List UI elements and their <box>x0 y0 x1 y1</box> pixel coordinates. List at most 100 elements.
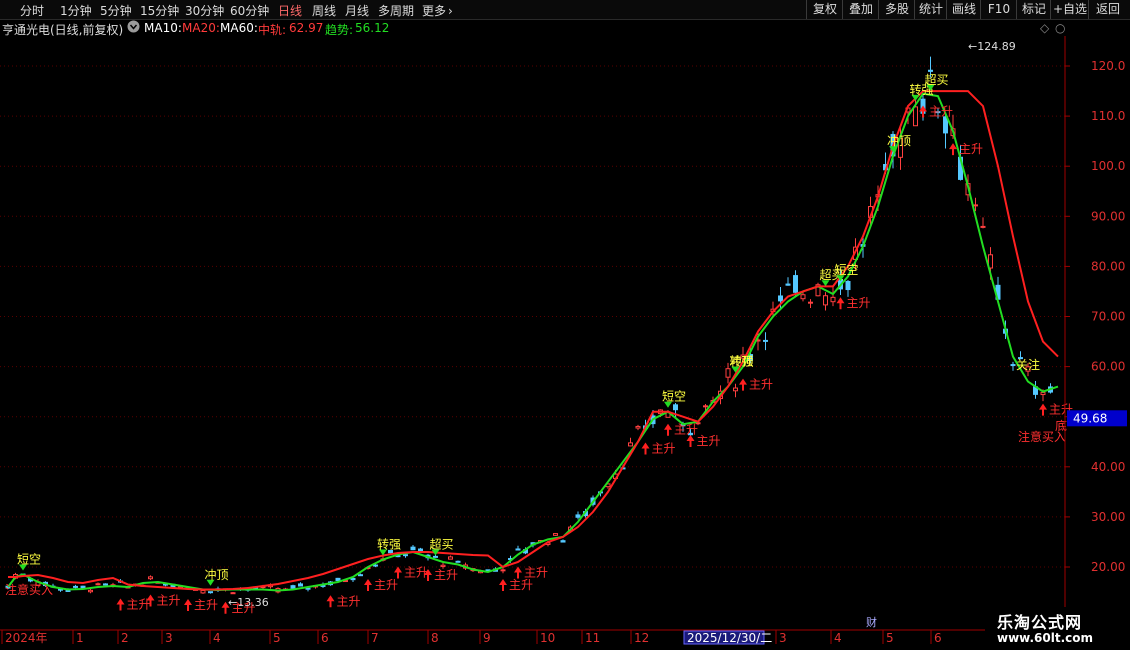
up-arrow-icon <box>184 599 192 612</box>
low-price-marker: ←13.36 <box>228 596 269 609</box>
up-arrow-icon <box>514 566 522 579</box>
candle-body <box>335 577 341 582</box>
signal-label: 主升 <box>959 142 983 156</box>
candle-body <box>418 548 423 552</box>
add-watchlist-button[interactable]: +自选 <box>1050 0 1089 19</box>
expand-icon[interactable]: ○ <box>1055 21 1065 35</box>
candle-body <box>635 425 641 429</box>
y-tick-label: 20.00 <box>1091 560 1125 574</box>
candle-body <box>455 560 461 563</box>
trend-value: 56.12 <box>355 21 390 35</box>
up-arrow-icon <box>686 434 695 447</box>
candle-body <box>980 225 986 228</box>
signal-label: 主升 <box>374 578 398 592</box>
mark-button[interactable]: 标记 <box>1016 0 1051 19</box>
candle-body <box>358 574 363 577</box>
statistics-button[interactable]: 统计 <box>914 0 947 19</box>
f10-button[interactable]: F10 <box>980 0 1017 19</box>
up-arrow-icon <box>116 598 125 611</box>
watermark-title: 乐淘公式网 <box>997 613 1083 632</box>
x-tick-label: 5 <box>273 631 281 645</box>
y-tick-label: 90.00 <box>1091 209 1125 223</box>
up-arrow-icon <box>394 566 402 579</box>
site-watermark: 乐淘公式网 www.60lt.com <box>985 607 1130 650</box>
signal-label: 主升 <box>674 423 698 437</box>
buy-signal-label: 注意买入 <box>5 582 53 597</box>
signal-label: 短空 <box>835 263 859 277</box>
x-tick-label: 6 <box>934 631 942 645</box>
signal-label: 主升 <box>749 378 773 392</box>
candle-body <box>448 556 453 560</box>
candle-body <box>628 442 633 447</box>
signal-markers: 主升 主升 主升 主升 主升主升主升 主升主升主升主升主升主升主升主升主升主升主升短空冲顶… <box>5 40 1073 615</box>
signal-label: 主升 <box>404 565 428 579</box>
draw-line-button[interactable]: 画线 <box>946 0 981 19</box>
x-tick-label: 11 <box>585 631 600 645</box>
x-tick-label: 12 <box>634 631 649 645</box>
candle-body <box>290 585 296 589</box>
tab-fenshi[interactable]: 分时 <box>20 2 44 19</box>
up-arrow-icon <box>836 297 845 310</box>
watermark-url: www.60lt.com <box>997 631 1094 645</box>
candle-body <box>410 546 416 551</box>
x-tick-label: 4 <box>834 631 842 645</box>
high-price-marker: ←124.89 <box>968 40 1016 53</box>
candle-body <box>575 514 581 518</box>
tab-1min[interactable]: 1分钟 <box>60 2 92 19</box>
candle-body <box>560 540 566 543</box>
candle-body <box>733 387 738 392</box>
candle-body <box>808 301 813 304</box>
candle-body <box>830 296 836 303</box>
diamond-icon[interactable]: ◇ <box>1040 21 1049 35</box>
tab-daily[interactable]: 日线 <box>278 2 302 19</box>
x-tick-label: 2 <box>121 631 129 645</box>
candle-body <box>1010 364 1016 367</box>
tab-15min[interactable]: 15分钟 <box>140 2 179 19</box>
tab-30min[interactable]: 30分钟 <box>185 2 224 19</box>
multi-stock-button[interactable]: 多股 <box>878 0 915 19</box>
x-tick-label: 8 <box>431 631 439 645</box>
signal-label: 超买 <box>925 72 949 87</box>
candle-body <box>95 583 101 586</box>
up-arrow-icon <box>326 595 335 608</box>
tab-60min[interactable]: 60分钟 <box>230 2 269 19</box>
signal-label: 主升 <box>194 598 218 612</box>
candle-body <box>1040 392 1046 396</box>
gear-icon[interactable] <box>127 20 140 36</box>
y-tick-label: 40.00 <box>1091 460 1125 474</box>
fuquan-button[interactable]: 复权 <box>806 0 843 19</box>
back-button[interactable]: 返回 <box>1088 0 1127 19</box>
candle-body <box>208 591 213 594</box>
tab-more[interactable]: 更多 › <box>422 2 453 19</box>
signal-label: 短空 <box>17 553 41 567</box>
signal-label: 主升 <box>157 594 181 608</box>
ma10-label: MA10: <box>144 21 182 35</box>
candle-body <box>778 295 783 302</box>
current-price-value: 49.68 <box>1073 411 1107 425</box>
chevron-right-icon: › <box>448 4 453 18</box>
x-tick-label: 9 <box>483 631 491 645</box>
candle-body <box>928 69 933 72</box>
candle-body <box>973 204 978 207</box>
y-tick-label: 100.0 <box>1091 159 1125 173</box>
candle-body <box>440 564 446 567</box>
x-tick-label: 3 <box>779 631 787 645</box>
price-axis: 20.0030.0040.0050.0060.0070.0080.0090.00… <box>1064 36 1127 630</box>
signal-label: 主升 <box>929 105 953 119</box>
candle-body <box>403 554 408 557</box>
candle-body <box>88 589 93 593</box>
up-arrow-icon <box>499 579 507 591</box>
candle-body <box>793 275 798 293</box>
candle-body <box>673 404 678 411</box>
up-arrow-icon <box>664 423 672 436</box>
y-tick-label: 110.0 <box>1091 109 1125 123</box>
candle-body <box>913 106 918 127</box>
tab-multi-period[interactable]: 多周期 <box>378 2 414 19</box>
tab-5min[interactable]: 5分钟 <box>100 2 132 19</box>
signal-label: 主升 <box>652 441 676 455</box>
tab-weekly[interactable]: 周线 <box>312 2 336 19</box>
y-tick-label: 30.00 <box>1091 510 1125 524</box>
candle-body <box>73 585 78 588</box>
tab-monthly[interactable]: 月线 <box>345 2 369 19</box>
overlay-button[interactable]: 叠加 <box>842 0 879 19</box>
